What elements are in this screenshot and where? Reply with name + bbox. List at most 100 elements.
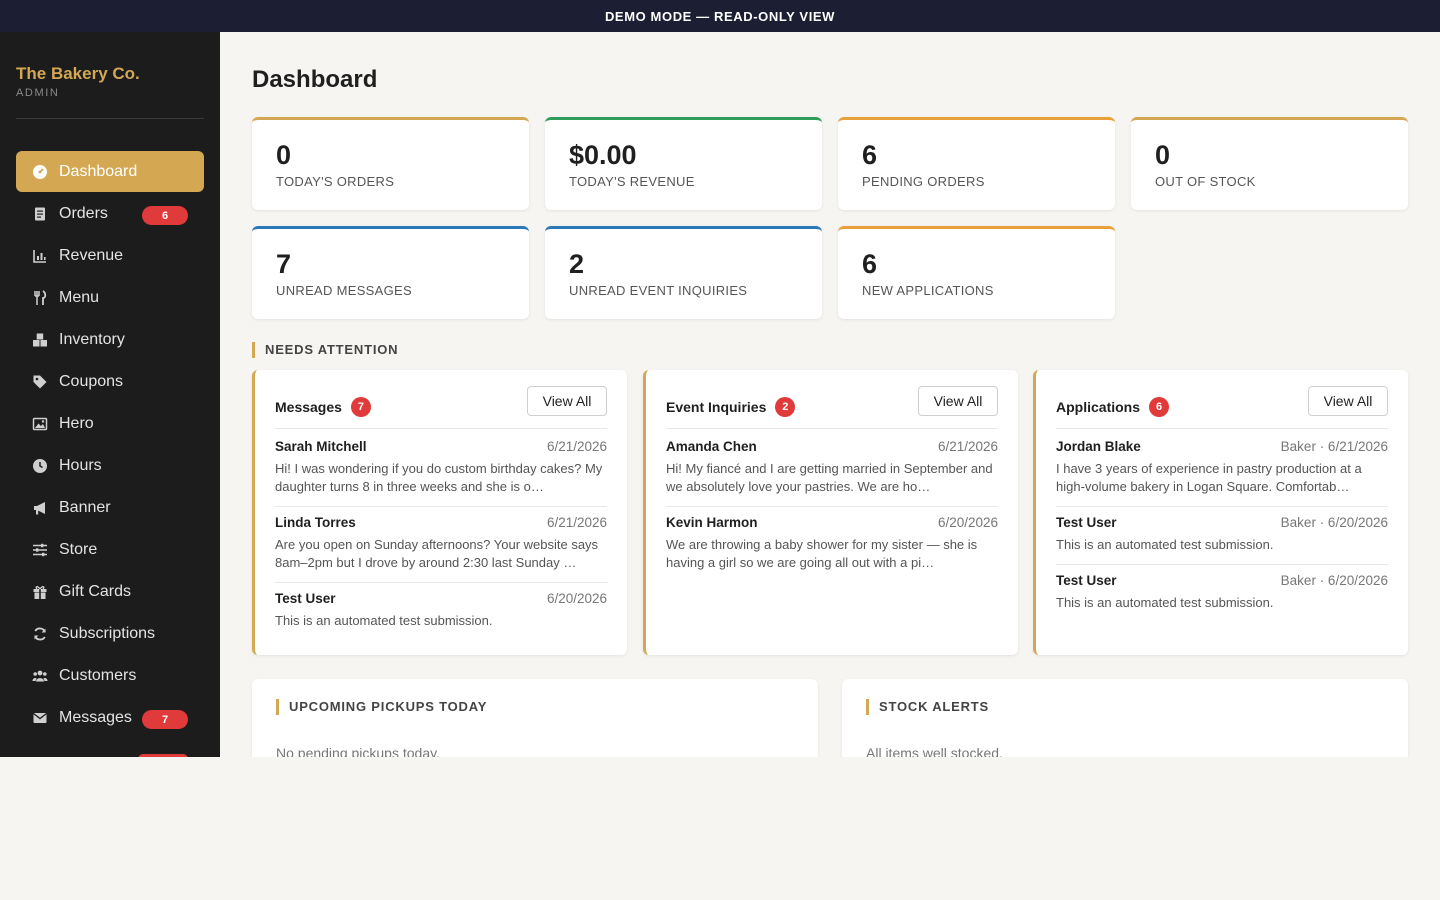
list-item[interactable]: Kevin Harmon 6/20/2026 We are throwing a b…: [666, 515, 998, 582]
entry-meta: Baker · 6/20/2026: [1280, 573, 1388, 588]
sidebar-item-badge: 6: [142, 206, 188, 225]
list-item[interactable]: Test User Baker · 6/20/2026 This is an aut…: [1056, 573, 1388, 622]
entry-name: Test User: [275, 591, 336, 606]
sidebar-item-inventory[interactable]: Inventory: [16, 319, 204, 360]
entry-preview: Hi! My fiancé and I are getting married …: [666, 461, 993, 494]
view-all-event-inquiries-button[interactable]: View All: [918, 386, 998, 416]
entry-name: Amanda Chen: [666, 439, 757, 454]
stat-card-unread-event-inquiries: 2 UNREAD EVENT INQUIRIES: [545, 226, 822, 319]
panel-header: Applications 6 View All: [1056, 386, 1388, 429]
receipt-icon: [32, 206, 48, 222]
panel-title: Applications: [1056, 399, 1141, 415]
list-item[interactable]: Test User 6/20/2026 This is an automated t…: [275, 591, 607, 640]
stat-label: TODAY'S REVENUE: [569, 174, 695, 189]
sidebar-item-label: Subscriptions: [59, 624, 156, 642]
sidebar-item-label: Inventory: [59, 330, 125, 348]
list-item[interactable]: Jordan Blake Baker · 6/21/2026 I have 3 ye…: [1056, 439, 1388, 507]
gift-icon: [32, 584, 48, 600]
entry-meta: 6/20/2026: [937, 515, 998, 530]
entry-preview: This is an automated test submission.: [1056, 595, 1274, 610]
applications-panel: Applications 6 View All Jordan Blake Baker ·…: [1033, 370, 1408, 655]
stock-alerts-empty: All items well stocked.: [866, 745, 1003, 757]
count-badge: 6: [1149, 397, 1170, 417]
sidebar-item-orders[interactable]: Orders 6: [16, 193, 204, 234]
page-title: Dashboard: [252, 66, 378, 93]
clock-icon: [32, 458, 48, 474]
brand-name: The Bakery Co.: [16, 64, 140, 83]
sidebar-item-hours[interactable]: Hours: [16, 445, 204, 486]
sidebar: The Bakery Co. ADMIN Dashboard Orders 6 Rev…: [0, 32, 220, 757]
image-icon: [32, 416, 48, 432]
entry-preview: Are you open on Sunday afternoons? Your …: [275, 537, 599, 570]
sidebar-item-revenue[interactable]: Revenue: [16, 235, 204, 276]
sidebar-item-store[interactable]: Store: [16, 529, 204, 570]
stat-card-new-applications: 6 NEW APPLICATIONS: [838, 226, 1115, 319]
event-inquiries-panel: Event Inquiries 2 View All Amanda Chen 6/21/…: [643, 370, 1018, 655]
sidebar-item-label: Coupons: [59, 372, 124, 390]
entry-name: Linda Torres: [275, 515, 356, 530]
entry-meta: 6/21/2026: [546, 439, 607, 454]
stat-label: UNREAD MESSAGES: [276, 283, 412, 298]
list-item[interactable]: Test User Baker · 6/20/2026 This is an aut…: [1056, 515, 1388, 565]
sidebar-item-subscriptions[interactable]: Subscriptions: [16, 613, 204, 654]
entry-preview: Hi! I was wondering if you do custom bir…: [275, 461, 603, 494]
entry-preview: I have 3 years of experience in pastry p…: [1056, 461, 1362, 494]
tag-icon: [32, 374, 48, 390]
brand-subtitle: ADMIN: [16, 87, 60, 99]
view-all-applications-button[interactable]: View All: [1308, 386, 1388, 416]
sidebar-item-label: Orders: [59, 204, 108, 222]
sidebar-item-gift-cards[interactable]: Gift Cards: [16, 571, 204, 612]
sidebar-item-label: Hero: [59, 414, 94, 432]
envelope-icon: [32, 710, 48, 726]
entry-meta: 6/21/2026: [937, 439, 998, 454]
entry-preview: This is an automated test submission.: [1056, 537, 1274, 552]
panel-title: Messages: [275, 399, 342, 415]
dashboard-icon: [32, 164, 48, 180]
messages-panel: Messages 7 View All Sarah Mitchell 6/21/2026…: [252, 370, 627, 655]
sidebar-item-coupons[interactable]: Coupons: [16, 361, 204, 402]
entry-name: Test User: [1056, 515, 1117, 530]
stat-value: $0.00: [569, 140, 637, 170]
list-item[interactable]: Linda Torres 6/21/2026 Are you open on Sun…: [275, 515, 607, 583]
sidebar-item-label: Banner: [59, 498, 111, 516]
sidebar-item-banner[interactable]: Banner: [16, 487, 204, 528]
sidebar-item-hero[interactable]: Hero: [16, 403, 204, 444]
panel-header: Event Inquiries 2 View All: [666, 386, 998, 429]
stat-value: 2: [569, 249, 585, 279]
stat-card-pending-orders: 6 PENDING ORDERS: [838, 117, 1115, 210]
entry-name: Test User: [1056, 573, 1117, 588]
demo-mode-banner: DEMO MODE — READ-ONLY VIEW: [0, 0, 1440, 32]
panel-title: Event Inquiries: [666, 399, 767, 415]
sidebar-item-messages[interactable]: Messages 7: [16, 697, 204, 738]
sidebar-item-customers[interactable]: Customers: [16, 655, 204, 696]
sidebar-item-label: Hours: [59, 456, 102, 474]
list-item[interactable]: Sarah Mitchell 6/21/2026 Hi! I was wonderi…: [275, 439, 607, 507]
sidebar-item-label: Customers: [59, 666, 137, 684]
stat-card-today-s-orders: 0 TODAY'S ORDERS: [252, 117, 529, 210]
stock-alerts-heading: STOCK ALERTS: [866, 699, 989, 715]
entry-preview: This is an automated test submission.: [275, 613, 493, 628]
upcoming-pickups-card: UPCOMING PICKUPS TODAY No pending pickup…: [252, 679, 818, 757]
stat-value: 0: [276, 140, 292, 170]
upcoming-pickups-empty: No pending pickups today.: [276, 745, 440, 757]
stat-card-today-s-revenue: $0.00 TODAY'S REVENUE: [545, 117, 822, 210]
sidebar-item-menu[interactable]: Menu: [16, 277, 204, 318]
megaphone-icon: [32, 500, 48, 516]
sidebar-item-label: Menu: [59, 288, 100, 306]
demo-mode-text: DEMO MODE — READ-ONLY VIEW: [604, 8, 836, 24]
brand: The Bakery Co. ADMIN: [16, 64, 140, 99]
stat-value: 0: [1155, 140, 1171, 170]
sidebar-item-label: Messages: [59, 708, 132, 726]
view-all-messages-button[interactable]: View All: [527, 386, 607, 416]
users-icon: [32, 668, 48, 684]
boxes-icon: [32, 332, 48, 348]
entry-meta: Baker · 6/21/2026: [1280, 439, 1388, 454]
stock-alerts-card: STOCK ALERTS All items well stocked.: [842, 679, 1408, 757]
stat-value: 7: [276, 249, 292, 279]
upcoming-pickups-heading: UPCOMING PICKUPS TODAY: [276, 699, 487, 715]
sidebar-item-dashboard[interactable]: Dashboard: [16, 151, 204, 192]
entry-name: Kevin Harmon: [666, 515, 758, 530]
entry-preview: We are throwing a baby shower for my sis…: [666, 537, 978, 570]
list-item[interactable]: Amanda Chen 6/21/2026 Hi! My fiancé and I …: [666, 439, 998, 507]
stat-value: 6: [862, 249, 878, 279]
